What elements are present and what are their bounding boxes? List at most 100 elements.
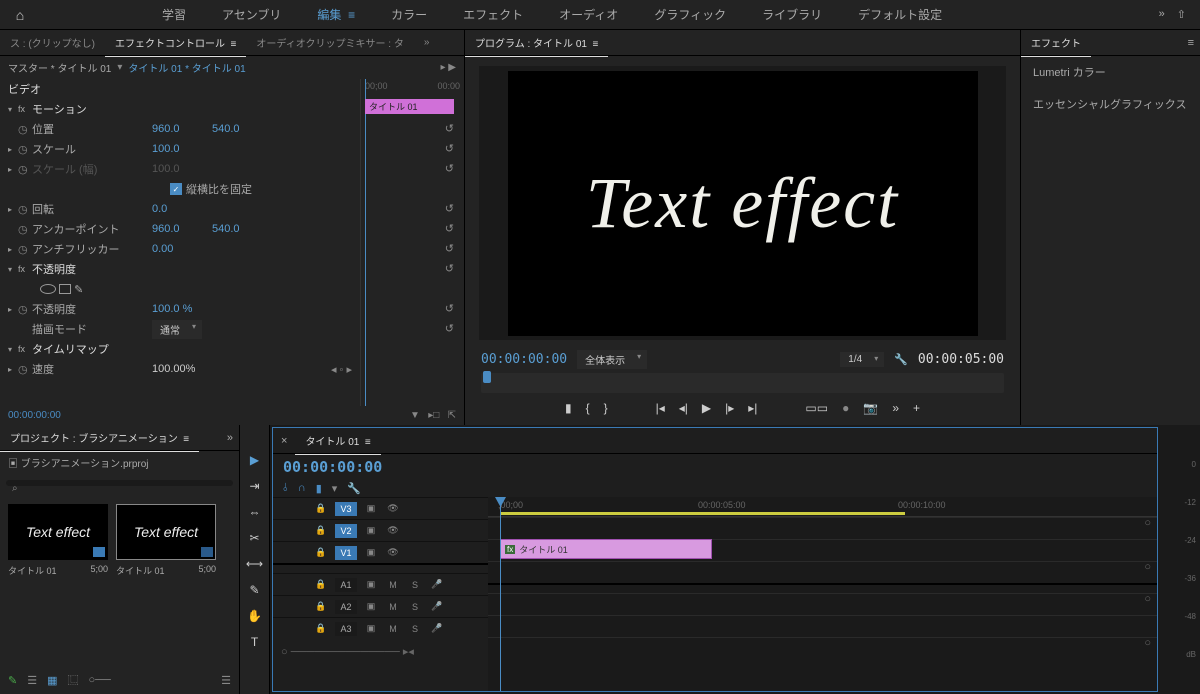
panel-menu-icon[interactable]: ☰ — [221, 674, 231, 687]
list-view-icon[interactable]: ☰ — [27, 674, 37, 687]
pen-mask-icon[interactable]: ✎ — [74, 283, 83, 296]
toggle-output-icon[interactable]: ▣ — [363, 503, 379, 514]
rect-mask-icon[interactable] — [59, 284, 71, 294]
clip-thumbnail[interactable]: Text effect — [116, 504, 216, 560]
timeline-playhead[interactable] — [500, 497, 501, 691]
bracket-out-icon[interactable]: } — [604, 401, 608, 415]
solo-icon[interactable]: S — [407, 624, 423, 634]
snapshot-icon[interactable]: 📷 — [863, 401, 878, 415]
toggle-output-icon[interactable]: ▣ — [363, 525, 379, 536]
lock-icon[interactable]: 🔒 — [313, 525, 329, 536]
project-item[interactable]: Text effect タイトル 015;00 — [116, 504, 216, 577]
settings-icon[interactable]: 🔧 — [347, 482, 361, 495]
pen-tool-icon[interactable]: ✎ — [249, 583, 259, 597]
opacity-effect[interactable]: 不透明度 — [32, 261, 76, 277]
fx-badge-icon[interactable]: fx — [18, 344, 32, 354]
step-forward-icon[interactable]: |▸ — [725, 401, 734, 415]
position-y[interactable]: 540.0 — [212, 123, 272, 135]
hand-tool-icon[interactable]: ✋ — [247, 609, 262, 623]
markers-icon[interactable]: ▮ — [316, 482, 322, 495]
fx-badge-icon[interactable]: fx — [18, 104, 32, 114]
opacity-value[interactable]: 100.0 % — [152, 303, 212, 315]
freeform-view-icon[interactable]: ⿺ — [68, 672, 79, 688]
active-clip-label[interactable]: タイトル 01 * タイトル 01 — [128, 60, 245, 75]
audio-track-a2[interactable]: A2 — [335, 600, 357, 614]
stopwatch-icon[interactable]: ◷ — [18, 203, 32, 216]
audio-track-a3[interactable]: A3 — [335, 622, 357, 636]
lock-icon[interactable]: 🔒 — [313, 601, 329, 612]
stopwatch-icon[interactable]: ◷ — [18, 363, 32, 376]
voice-icon[interactable]: 🎤 — [429, 579, 445, 590]
toggle-output-icon[interactable]: ▣ — [363, 547, 379, 558]
lock-icon[interactable]: 🔒 — [313, 623, 329, 634]
stopwatch-icon[interactable]: ◷ — [18, 303, 32, 316]
source-tab[interactable]: ス : (クリップなし) — [0, 29, 105, 56]
icon-view-icon[interactable]: ▦ — [47, 674, 57, 687]
go-to-in-icon[interactable]: |◂ — [656, 401, 665, 415]
ripple-tool-icon[interactable]: ⇔ — [249, 505, 261, 519]
slip-tool-icon[interactable]: ⟷ — [246, 557, 263, 571]
record-icon[interactable]: ● — [842, 401, 849, 415]
program-timecode[interactable]: 00:00:00:00 — [481, 352, 567, 367]
eye-icon[interactable]: 👁 — [385, 547, 401, 558]
selection-tool-icon[interactable]: ▶ — [250, 453, 259, 467]
type-tool-icon[interactable]: T — [251, 635, 258, 649]
lock-icon[interactable]: 🔒 — [313, 579, 329, 590]
timeline-timecode[interactable]: 00:00:00:00 — [273, 454, 1157, 480]
workspace-effects[interactable]: エフェクト — [445, 0, 541, 31]
lock-icon[interactable]: 🔒 — [313, 547, 329, 558]
timeline-ruler[interactable]: ;00;00 00:00:05:00 00:00:10:00 — [488, 497, 1157, 517]
bracket-in-icon[interactable]: { — [586, 401, 590, 415]
lumetri-color-item[interactable]: Lumetri カラー — [1021, 56, 1200, 88]
clip-thumbnail[interactable]: Text effect — [8, 504, 108, 560]
workspace-default[interactable]: デフォルト設定 — [840, 0, 960, 31]
blend-mode-select[interactable]: 通常 — [152, 320, 202, 339]
eye-icon[interactable]: 👁 — [385, 525, 401, 536]
effect-timecode[interactable]: 00:00:00:00 — [8, 410, 61, 421]
work-area-bar[interactable] — [500, 512, 905, 515]
workspace-edit[interactable]: 編集 ≡ — [299, 0, 373, 31]
track-select-tool-icon[interactable]: ⇥ — [249, 479, 259, 493]
step-back-icon[interactable]: ◂| — [679, 401, 688, 415]
uniform-scale-checkbox[interactable]: ✓ — [170, 183, 182, 195]
timeline-clip[interactable]: fxタイトル 01 — [500, 539, 712, 559]
timeline-tracks-area[interactable]: ;00;00 00:00:05:00 00:00:10:00 fxタイトル 01… — [488, 497, 1157, 691]
voice-icon[interactable]: 🎤 — [429, 623, 445, 634]
fx-badge-icon[interactable]: fx — [18, 264, 32, 274]
voice-icon[interactable]: 🎤 — [429, 601, 445, 612]
mute-icon[interactable]: M — [385, 602, 401, 612]
razor-tool-icon[interactable]: ✂ — [249, 531, 259, 545]
effect-mini-timeline[interactable]: 00;00 00:00 タイトル 01 — [360, 79, 464, 406]
stopwatch-icon[interactable]: ◷ — [18, 223, 32, 236]
project-item[interactable]: Text effect タイトル 015;00 — [8, 504, 108, 577]
video-track-v3[interactable]: V3 — [335, 502, 357, 516]
overflow-icon[interactable]: » — [414, 31, 440, 54]
home-icon[interactable]: ⌂ — [0, 7, 40, 23]
audio-mixer-tab[interactable]: オーディオクリップミキサー : タ — [246, 29, 413, 56]
mini-playhead[interactable] — [365, 79, 366, 406]
solo-icon[interactable]: S — [407, 602, 423, 612]
effects-panel-tab[interactable]: エフェクト — [1021, 29, 1091, 57]
rotation-value[interactable]: 0.0 — [152, 203, 212, 215]
workspace-graphics[interactable]: グラフィック — [636, 0, 744, 31]
timeremap-effect[interactable]: タイムリマップ — [32, 341, 109, 357]
mute-icon[interactable]: M — [385, 580, 401, 590]
motion-effect[interactable]: モーション — [32, 101, 87, 117]
eye-icon[interactable]: 👁 — [385, 503, 401, 514]
linked-selection-icon[interactable]: ∩ — [298, 482, 306, 495]
audio-track-a1[interactable]: A1 — [335, 578, 357, 592]
resolution-select[interactable]: 1/4 — [840, 352, 884, 367]
speed-value[interactable]: 100.00% — [152, 363, 195, 375]
wrench-icon[interactable]: 🔧 — [894, 353, 908, 366]
workspace-assembly[interactable]: アセンブリ — [204, 0, 299, 31]
overflow-icon[interactable]: » — [892, 401, 899, 415]
program-canvas[interactable]: Text effect — [508, 71, 978, 336]
lock-icon[interactable]: 🔒 — [313, 503, 329, 514]
workspace-color[interactable]: カラー — [373, 0, 445, 31]
workspace-library[interactable]: ライブラリ — [744, 0, 840, 31]
stopwatch-icon[interactable]: ◷ — [18, 243, 32, 256]
sequence-tab[interactable]: タイトル 01 ≡ — [295, 427, 380, 455]
share-icon[interactable]: ⇧ — [1177, 8, 1186, 21]
ellipse-mask-icon[interactable] — [40, 284, 56, 294]
project-search[interactable] — [6, 480, 233, 486]
